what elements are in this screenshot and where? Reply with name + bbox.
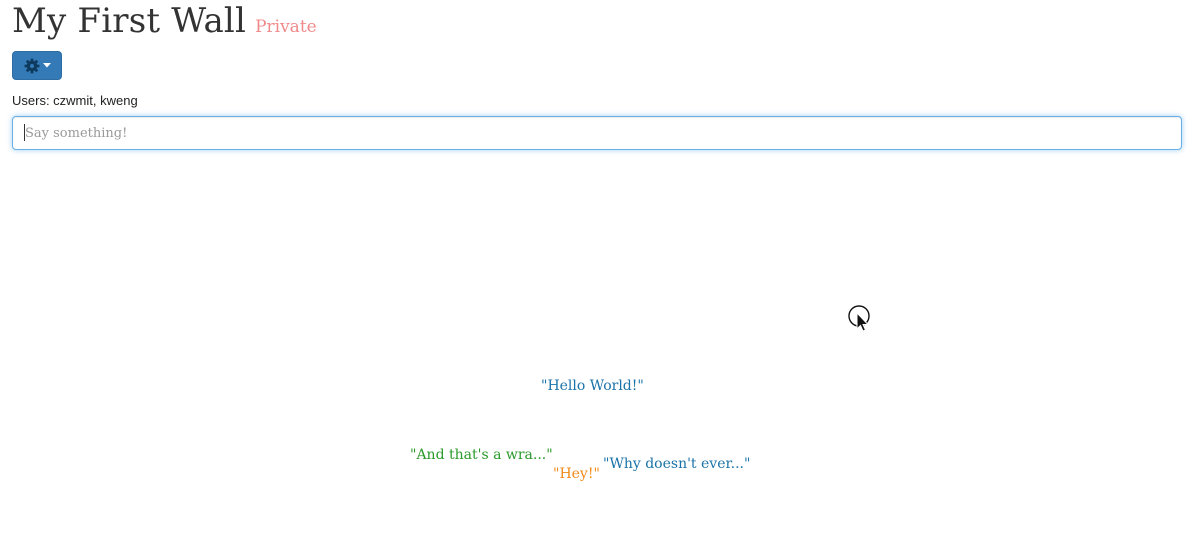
privacy-label: Private	[255, 17, 317, 37]
text-caret	[24, 124, 25, 141]
say-something-input[interactable]	[12, 116, 1182, 150]
wall-post[interactable]: "Hey!"	[553, 465, 600, 483]
wall-post[interactable]: "Hello World!"	[541, 377, 644, 395]
wall-post[interactable]: "Why doesn't ever..."	[603, 455, 750, 473]
wall-header: My First Wall Private	[12, 0, 317, 42]
busy-pointer-icon	[848, 305, 870, 332]
caret-down-icon	[42, 63, 51, 68]
wall-users: Users: czwmit, kweng	[12, 93, 138, 108]
settings-dropdown-button[interactable]	[12, 51, 62, 80]
wall-post[interactable]: "And that's a wra..."	[410, 446, 553, 464]
gear-icon	[24, 58, 39, 73]
wall-title: My First Wall	[12, 1, 247, 41]
